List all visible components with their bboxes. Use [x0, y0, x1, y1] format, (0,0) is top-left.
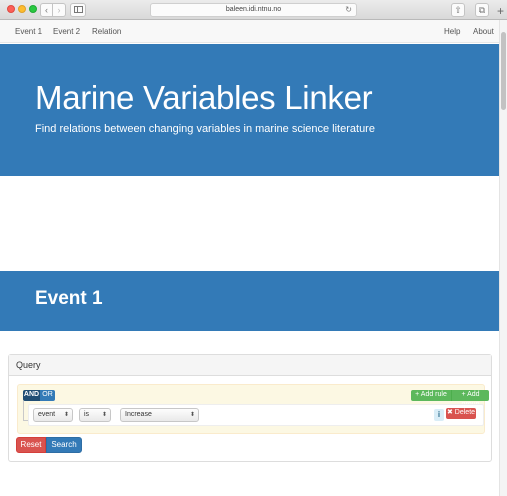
nav-link-about[interactable]: About [473, 20, 494, 43]
field-select-value: event [38, 411, 56, 418]
query-panel: Query AND OR + Add rule + Add group even… [8, 354, 492, 462]
close-icon: ✖ [446, 409, 453, 416]
sidebar-toggle-button[interactable] [70, 3, 86, 17]
minimize-window-button[interactable] [18, 5, 26, 13]
site-navbar: Event 1 Event 2 Relation Help About [0, 20, 499, 43]
rule-group: AND OR + Add rule + Add group event ⬍ is… [17, 384, 489, 434]
url-text: baleen.idi.ntnu.no [225, 6, 282, 13]
share-button[interactable]: ⇧ [451, 3, 465, 17]
delete-rule-button[interactable]: ✖ Delete [446, 408, 476, 419]
and-condition-button[interactable]: AND [23, 390, 40, 401]
chevron-right-icon: › [57, 5, 61, 15]
tabs-icon: ⧉ [478, 5, 486, 15]
search-button[interactable]: Search [46, 437, 82, 453]
forward-button[interactable]: › [53, 3, 66, 17]
address-bar[interactable]: baleen.idi.ntnu.no ↻ [150, 3, 357, 17]
nav-link-event-2[interactable]: Event 2 [53, 20, 80, 43]
query-panel-heading: Query [9, 355, 491, 376]
reload-icon[interactable]: ↻ [345, 4, 352, 16]
add-group-button[interactable]: + Add group [451, 390, 489, 408]
page-subtitle: Find relations between changing variable… [35, 123, 375, 135]
add-rule-label: Add rule [420, 391, 447, 398]
select-arrows-icon: ⬍ [189, 412, 195, 418]
info-icon[interactable]: i [434, 409, 444, 421]
value-select-value: Increase [125, 411, 152, 418]
nav-link-help[interactable]: Help [444, 20, 460, 43]
back-button[interactable]: ‹ [40, 3, 53, 17]
nav-link-event-1[interactable]: Event 1 [15, 20, 42, 43]
add-rule-button[interactable]: + Add rule [411, 390, 451, 401]
new-tab-button[interactable]: + [494, 4, 507, 20]
section-title: Event 1 [35, 288, 103, 309]
hero-banner: Marine Variables Linker Find relations b… [0, 44, 499, 176]
value-select[interactable]: Increase ⬍ [120, 408, 199, 422]
nav-link-relation[interactable]: Relation [92, 20, 121, 43]
select-arrows-icon: ⬍ [101, 412, 107, 418]
page-scrollbar[interactable] [499, 20, 507, 496]
chevron-left-icon: ‹ [45, 5, 48, 15]
page-title: Marine Variables Linker [35, 79, 373, 116]
field-select[interactable]: event ⬍ [33, 408, 73, 422]
operator-select-value: is [84, 411, 90, 418]
or-condition-button[interactable]: OR [40, 390, 55, 401]
plus-circle-icon: + [461, 391, 466, 398]
share-icon: ⇧ [454, 5, 462, 15]
zoom-window-button[interactable] [29, 5, 37, 13]
select-arrows-icon: ⬍ [63, 412, 69, 418]
reset-button[interactable]: Reset [16, 437, 46, 453]
delete-label: Delete [454, 409, 476, 416]
tab-overview-button[interactable]: ⧉ [475, 3, 489, 17]
plus-icon: + [496, 4, 504, 18]
close-window-button[interactable] [7, 5, 15, 13]
query-rule: event ⬍ is ⬍ Increase ⬍ i ✖ Delete [28, 404, 484, 426]
browser-toolbar: ‹ › baleen.idi.ntnu.no ↻ ⇧ ⧉ + [0, 0, 507, 20]
plus-circle-icon: + [415, 391, 420, 398]
sidebar-icon [73, 6, 83, 13]
scrollbar-thumb[interactable] [501, 32, 506, 110]
operator-select[interactable]: is ⬍ [79, 408, 111, 422]
section-header: Event 1 [0, 271, 499, 331]
